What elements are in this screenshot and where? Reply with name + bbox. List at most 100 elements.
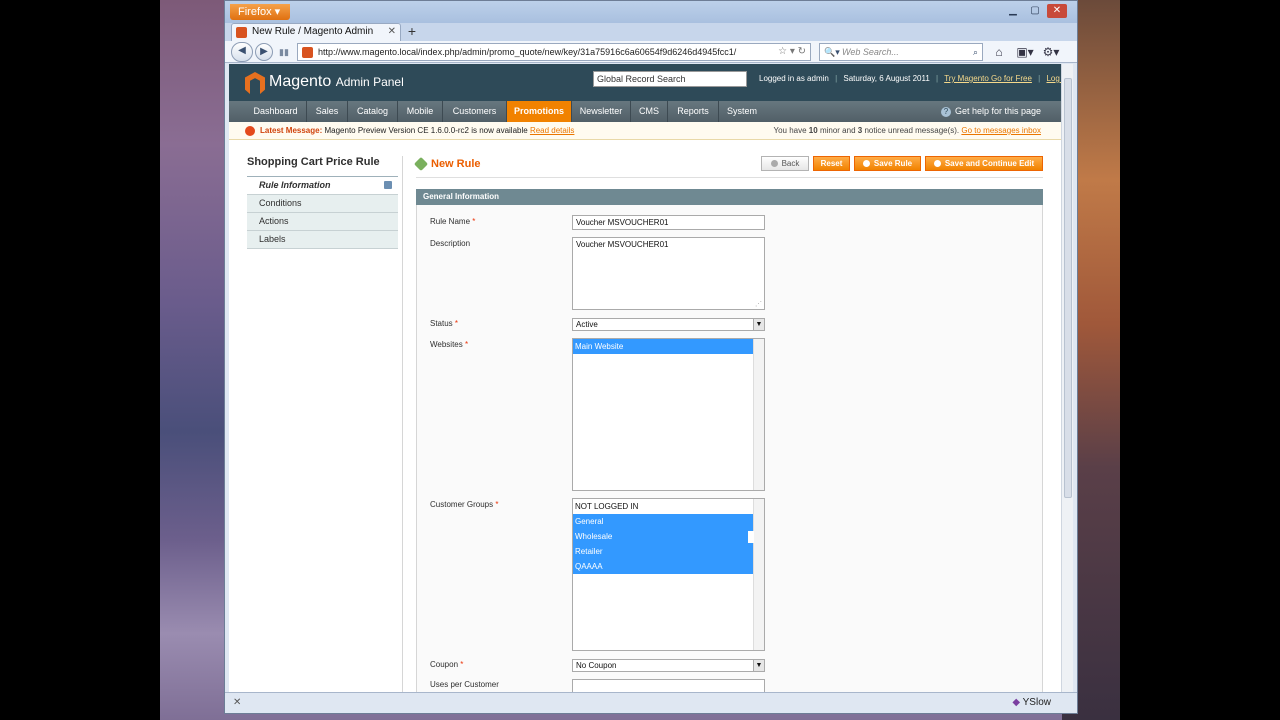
rule-name-input[interactable]: Voucher MSVOUCHER01 xyxy=(572,215,765,230)
url-text: http://www.magento.local/index.php/admin… xyxy=(318,47,737,57)
nav-dashboard[interactable]: Dashboard xyxy=(245,101,307,122)
status-bar: ✕ ◆ YSlow xyxy=(225,692,1077,712)
customer-group-option[interactable]: NOT LOGGED IN xyxy=(573,499,753,514)
coupon-label: Coupon * xyxy=(430,660,464,669)
admin-logo[interactable]: Magento Admin Panel xyxy=(269,73,404,91)
chevron-down-icon: ▼ xyxy=(753,319,764,330)
nav-mobile[interactable]: Mobile xyxy=(398,101,443,122)
yslow-icon: ◆ xyxy=(1012,697,1021,708)
bookmark-star-icon[interactable]: ☆ ▾ ↻ xyxy=(778,44,806,60)
nav-system[interactable]: System xyxy=(719,101,765,122)
site-identity-icon xyxy=(302,47,313,58)
help-link[interactable]: ? Get help for this page xyxy=(940,101,1041,122)
sidebar-title: Shopping Cart Price Rule xyxy=(247,156,380,168)
search-icon[interactable]: ⌕ xyxy=(973,44,978,60)
try-magento-go-link[interactable]: Try Magento Go for Free xyxy=(944,74,1032,83)
save-and-continue-button[interactable]: Save and Continue Edit xyxy=(925,156,1043,171)
description-text: Voucher MSVOUCHER01 xyxy=(576,240,669,249)
warning-icon xyxy=(245,126,255,136)
tab-strip: New Rule / Magento Admin ✕ + xyxy=(225,23,1077,41)
customer-group-option[interactable]: QAAAA xyxy=(573,559,753,574)
notification-bar: Latest Message: Magento Preview Version … xyxy=(229,122,1061,140)
rule-name-label: Rule Name * xyxy=(430,217,476,226)
home-icon[interactable]: ⌂ xyxy=(987,43,1011,61)
help-icon: ? xyxy=(940,107,951,117)
website-option[interactable]: Main Website xyxy=(573,339,753,354)
rule-tag-icon xyxy=(413,156,429,172)
search-engine-icon[interactable]: 🔍▾ xyxy=(824,44,840,60)
tab-conditions[interactable]: Conditions xyxy=(247,195,398,213)
customer-group-option[interactable]: Retailer xyxy=(573,544,753,559)
browser-tab[interactable]: New Rule / Magento Admin ✕ xyxy=(231,23,401,41)
tab-title: New Rule / Magento Admin xyxy=(252,26,374,37)
page-title: New Rule xyxy=(431,158,481,170)
url-bar[interactable]: http://www.magento.local/index.php/admin… xyxy=(297,43,811,61)
close-window-icon[interactable]: ✕ xyxy=(1047,4,1067,18)
forward-arrow-icon[interactable]: ▶ xyxy=(255,43,273,61)
signal-bars-icon: ▮▮ xyxy=(279,47,289,57)
save-icon xyxy=(862,160,870,167)
back-arrow-icon[interactable]: ◀ xyxy=(231,42,253,62)
nav-newsletter[interactable]: Newsletter xyxy=(572,101,631,122)
page-head: New Rule Back Reset Save Rule Save and C… xyxy=(413,156,1043,178)
multiselect-scrollbar[interactable] xyxy=(753,499,764,650)
web-search-box[interactable]: 🔍▾ Web Search... ⌕ xyxy=(819,43,983,61)
websites-multiselect[interactable]: Main Website xyxy=(572,338,765,491)
navigation-toolbar: ◀ ▶ ▮▮ http://www.magento.local/index.ph… xyxy=(225,41,1077,63)
nav-reports[interactable]: Reports xyxy=(668,101,719,122)
back-button[interactable]: Back xyxy=(761,156,809,171)
sidebar-tabs: Rule Information Conditions Actions Labe… xyxy=(247,176,398,249)
screen: Firefox ▾ ▁ ▢ ✕ New Rule / Magento Admin… xyxy=(0,0,1280,720)
tab-actions[interactable]: Actions xyxy=(247,213,398,231)
tab-rule-information[interactable]: Rule Information xyxy=(247,177,398,195)
maximize-icon[interactable]: ▢ xyxy=(1025,4,1045,18)
websites-label: Websites * xyxy=(430,340,469,349)
coupon-select[interactable]: No Coupon ▼ xyxy=(572,659,765,672)
status-select[interactable]: Active ▼ xyxy=(572,318,765,331)
nav-promotions[interactable]: Promotions xyxy=(507,101,572,122)
scrollbar-thumb[interactable] xyxy=(1064,78,1072,498)
column-divider xyxy=(402,156,403,692)
tools-icon[interactable]: ⚙▾ xyxy=(1039,43,1063,61)
page-scrollbar[interactable] xyxy=(1061,64,1073,692)
tab-close-icon[interactable]: ✕ xyxy=(388,24,396,40)
customer-group-option[interactable]: Wholesale xyxy=(573,529,753,544)
logged-in-text: Logged in as admin xyxy=(759,74,829,83)
global-record-search[interactable]: Global Record Search xyxy=(593,71,747,87)
description-textarea[interactable]: Voucher MSVOUCHER01 ⋰ xyxy=(572,237,765,310)
nav-catalog[interactable]: Catalog xyxy=(348,101,398,122)
minimize-icon[interactable]: ▁ xyxy=(1003,4,1023,18)
reset-button[interactable]: Reset xyxy=(813,156,850,171)
unread-messages: You have 10 minor and 3 notice unread me… xyxy=(773,126,1041,135)
resize-grip-icon[interactable]: ⋰ xyxy=(755,300,762,308)
save-state-icon xyxy=(384,181,392,189)
new-tab-button[interactable]: + xyxy=(403,23,421,41)
close-addon-bar-icon[interactable]: ✕ xyxy=(233,693,241,713)
customer-groups-label: Customer Groups * xyxy=(430,500,499,509)
magento-favicon-icon xyxy=(236,27,247,38)
title-bar: Firefox ▾ ▁ ▢ ✕ xyxy=(225,1,1077,23)
firefox-window: Firefox ▾ ▁ ▢ ✕ New Rule / Magento Admin… xyxy=(224,0,1078,714)
nav-cms[interactable]: CMS xyxy=(631,101,668,122)
admin-nav: Dashboard Sales Catalog Mobile Customers… xyxy=(229,101,1061,122)
addon-icon[interactable]: ▣▾ xyxy=(1013,43,1037,61)
tab-labels[interactable]: Labels xyxy=(247,231,398,249)
customer-groups-multiselect[interactable]: NOT LOGGED IN General Wholesale Retailer… xyxy=(572,498,765,651)
save-rule-button[interactable]: Save Rule xyxy=(854,156,921,171)
firefox-menu-button[interactable]: Firefox ▾ xyxy=(230,4,290,20)
nav-sales[interactable]: Sales xyxy=(307,101,348,122)
mouse-cursor-icon xyxy=(748,531,754,543)
search-placeholder: Web Search... xyxy=(842,47,899,57)
logout-link[interactable]: Log Out xyxy=(1046,74,1061,83)
back-icon xyxy=(770,160,778,167)
latest-message: Latest Message: Magento Preview Version … xyxy=(260,126,575,135)
page-viewport: Magento Admin Panel Global Record Search… xyxy=(229,64,1061,692)
uses-per-customer-input[interactable] xyxy=(572,679,765,692)
uses-per-customer-label: Uses per Customer xyxy=(430,680,499,689)
multiselect-scrollbar[interactable] xyxy=(753,339,764,490)
messages-inbox-link[interactable]: Go to messages inbox xyxy=(961,126,1041,135)
yslow-button[interactable]: ◆ YSlow xyxy=(1012,693,1051,713)
customer-group-option[interactable]: General xyxy=(573,514,753,529)
nav-customers[interactable]: Customers xyxy=(443,101,507,122)
read-details-link[interactable]: Read details xyxy=(530,126,574,135)
